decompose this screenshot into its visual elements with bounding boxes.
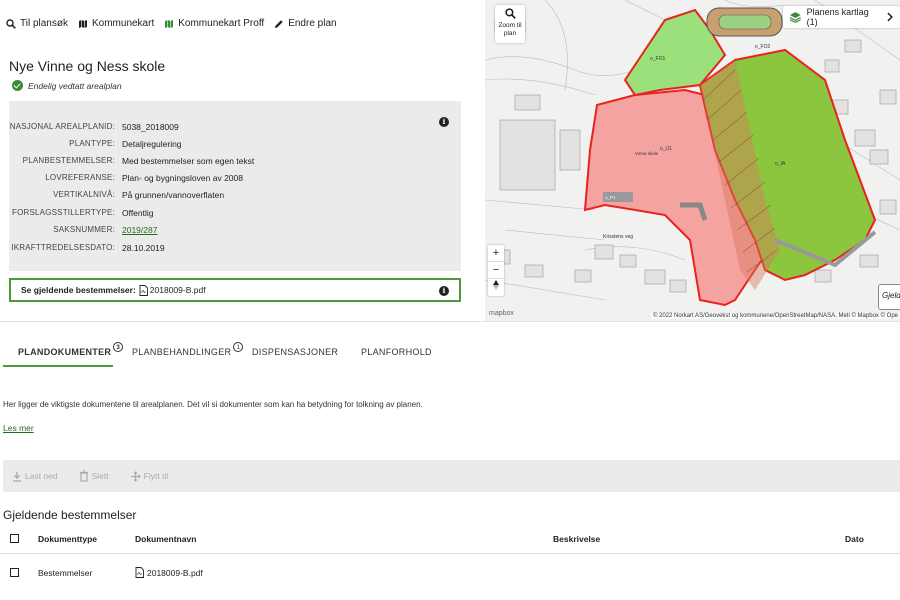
current-plan-toggle[interactable]: Gjelde <box>878 284 900 310</box>
document-action-bar: Last ned Slett Flytt til <box>3 460 900 492</box>
tab-planforhold[interactable]: PLANFORHOLD <box>361 347 432 357</box>
label-p1: o_P1 <box>605 195 616 200</box>
row-checkbox[interactable] <box>10 568 19 577</box>
select-all-checkbox[interactable] <box>10 534 19 543</box>
section-title: Gjeldende bestemmelser <box>3 508 137 522</box>
tab-dispensasjoner[interactable]: DISPENSASJONER <box>252 347 338 357</box>
intro-text: Her ligger de viktigste dokumentene til … <box>3 400 423 409</box>
zoom-to-plan-button[interactable]: Zoom til plan <box>495 5 525 43</box>
detail-row: SAKSNUMMER: 2019/287 <box>53 225 158 237</box>
col-header-date[interactable]: Dato <box>845 534 864 544</box>
col-header-description[interactable]: Beskrivelse <box>553 534 600 544</box>
pencil-icon <box>275 19 283 28</box>
col-header-name[interactable]: Dokumentnavn <box>135 534 196 544</box>
kommunekart-proff-link[interactable]: Kommunekart Proff <box>164 18 264 29</box>
map-pro-label: Kommunekart Proff <box>178 18 265 29</box>
zoom-controls: + − <box>488 245 504 296</box>
download-button[interactable]: Last ned <box>12 471 58 482</box>
detail-row: IKRAFTTREDELSESDATO: 28.10.2019 <box>11 243 165 253</box>
back-to-search-link[interactable]: Til plansøk <box>6 18 68 29</box>
plan-status: Endelig vedtatt arealplan <box>12 80 122 91</box>
detail-row: NASJONAL AREALPLANID: 5038_2018009 <box>9 122 179 132</box>
label-vinne: Vinne skole <box>635 151 659 156</box>
table-header: Dokumenttype Dokumentnavn Beskrivelse Da… <box>0 532 900 554</box>
map-pro-icon <box>165 19 174 28</box>
edit-plan-link[interactable]: Endre plan <box>274 18 337 29</box>
label-road: Krisstens veg <box>603 234 633 240</box>
map-attribution: © 2022 Norkart AS/Geovekst og kommunene/… <box>650 313 900 319</box>
col-header-type[interactable]: Dokumenttype <box>38 534 97 544</box>
zoom-in-button[interactable]: + <box>488 245 504 262</box>
detail-row: FORSLAGSSTILLERTYPE: Offentlig <box>12 208 154 218</box>
pdf-icon <box>135 567 144 578</box>
zoom-out-button[interactable]: − <box>488 262 504 279</box>
map-canvas[interactable]: o_U1 Vinne skole o_IA o_FO1 o_FO2 o_P1 K… <box>485 0 900 321</box>
tab-count-badge: 3 <box>113 342 124 352</box>
label-u1: o_U1 <box>660 146 672 152</box>
compass-button[interactable] <box>488 279 504 296</box>
active-tab-indicator <box>3 365 113 367</box>
status-text: Endelig vedtatt arealplan <box>28 80 122 91</box>
provisions-file-link[interactable]: 2018009-B.pdf <box>139 284 206 296</box>
plan-layers-button[interactable]: Planens kartlag (1) <box>783 6 900 28</box>
row-file-link[interactable]: 2018009-B.pdf <box>135 567 203 578</box>
tab-plandokumenter[interactable]: PLANDOKUMENTER 3 <box>18 342 124 358</box>
detail-row: VERTIKALNIVÅ: På grunnen/vannoverflaten <box>52 190 225 200</box>
provisions-label: Se gjeldende bestemmelser: <box>21 285 136 295</box>
map-icon <box>78 19 87 28</box>
map-label: Kommunekart <box>91 18 155 29</box>
download-icon <box>13 471 21 482</box>
label-ia: o_IA <box>775 161 786 167</box>
back-label: Til plansøk <box>20 18 68 29</box>
tab-bar: PLANDOKUMENTER 3 PLANBEHANDLINGER 1 DISPEN… <box>0 341 900 369</box>
saksnummer-link[interactable]: 2019/287 <box>122 225 157 237</box>
divider <box>0 321 900 322</box>
plan-map[interactable]: o_U1 Vinne skole o_IA o_FO1 o_FO2 o_P1 K… <box>485 0 900 321</box>
current-provisions-box: Se gjeldende bestemmelser: 2018009-B.pdf… <box>9 278 461 302</box>
trash-icon <box>79 470 88 482</box>
detail-row: PLANBESTEMMELSER: Med bestemmelser som eg… <box>22 156 255 166</box>
read-more-link[interactable]: Les mer <box>3 423 34 433</box>
kommunekart-link[interactable]: Kommunekart <box>78 18 154 29</box>
move-button[interactable]: Flytt til <box>130 470 168 482</box>
layers-icon <box>789 12 801 23</box>
detail-row: PLANTYPE: Detaljregulering <box>69 139 182 149</box>
chevron-right-icon <box>887 12 894 22</box>
page-title: Nye Vinne og Ness skole <box>9 58 166 74</box>
move-icon <box>130 470 141 482</box>
label-fo1: o_FO1 <box>650 56 666 62</box>
tab-count-badge: 1 <box>233 342 244 352</box>
row-type: Bestemmelser <box>38 568 93 578</box>
detail-row: LOVREFERANSE: Plan- og bygningsloven av 2… <box>45 173 243 183</box>
table-row[interactable]: Bestemmelser 2018009-B.pdf <box>0 560 900 586</box>
info-icon[interactable]: i <box>439 117 449 127</box>
mapbox-logo: mapbox <box>489 310 514 317</box>
label-fo2: o_FO2 <box>755 44 771 50</box>
edit-label: Endre plan <box>288 18 337 29</box>
plan-info-panel: Til plansøk Kommunekart Kommunekart Prof… <box>0 0 484 322</box>
search-icon <box>6 18 16 29</box>
info-icon[interactable]: i <box>439 286 449 296</box>
tab-planbehandlinger[interactable]: PLANBEHANDLINGER 1 <box>132 342 244 358</box>
pdf-icon <box>139 284 148 296</box>
plan-details-box: i NASJONAL AREALPLANID: 5038_2018009 PLAN… <box>9 101 461 271</box>
compass-icon <box>493 280 499 290</box>
search-icon <box>504 8 516 19</box>
delete-button[interactable]: Slett <box>79 470 109 482</box>
toolbar: Til plansøk Kommunekart Kommunekart Prof… <box>6 18 347 29</box>
check-circle-icon <box>12 80 23 91</box>
